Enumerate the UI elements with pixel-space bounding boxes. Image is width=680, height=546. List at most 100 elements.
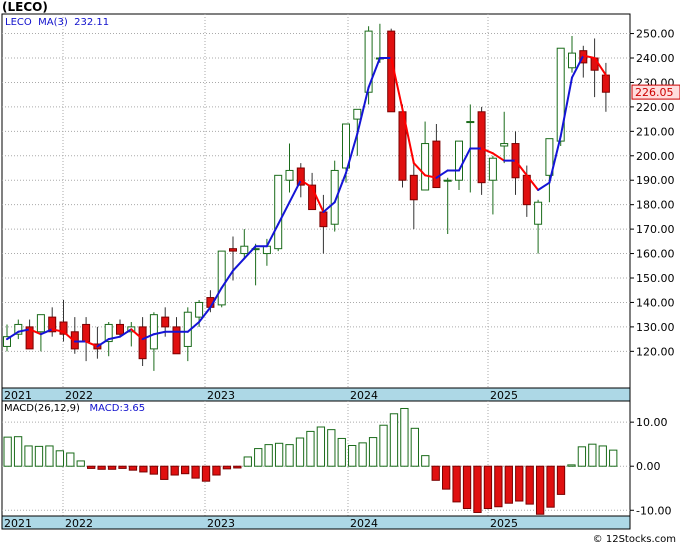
macd-bar xyxy=(421,455,430,467)
macd-bar xyxy=(233,465,242,469)
macd-bar xyxy=(379,424,388,467)
macd-bar xyxy=(535,465,545,515)
candle-body xyxy=(138,326,147,360)
macd-bar xyxy=(452,465,461,503)
macd-bar xyxy=(87,465,96,469)
macd-plot-frame xyxy=(1,400,631,517)
candle-body xyxy=(568,52,576,69)
macd-bar xyxy=(160,465,169,480)
macd-x-axis-band xyxy=(1,515,631,530)
price-x-label: 2022 xyxy=(65,389,93,402)
macd-bar xyxy=(473,465,482,513)
macd-bar xyxy=(128,465,138,471)
macd-bar xyxy=(358,442,367,467)
macd-bar xyxy=(264,444,273,467)
price-x-axis-band xyxy=(1,387,631,402)
candle-body xyxy=(161,316,170,328)
macd-bar xyxy=(149,465,158,475)
candle-body xyxy=(466,121,475,124)
macd-bar xyxy=(504,465,513,504)
macd-bar xyxy=(254,448,263,467)
macd-bar xyxy=(306,430,315,467)
macd-bar xyxy=(316,426,326,467)
macd-bar xyxy=(170,465,179,476)
macd-panel: 10.00 0.00 -10.00 2021 2022 2023 2024 2025 xyxy=(1,400,671,530)
legend-ticker: LECO xyxy=(5,17,32,28)
price-x-label: 2025 xyxy=(490,389,518,402)
macd-bar xyxy=(598,445,607,467)
stock-chart: 120.00 130.00 140.00 150.00 160.00 170.00 180.… xyxy=(1,13,680,530)
price-tick-label: 130.00 xyxy=(636,321,675,334)
legend-ma-label: MA(3) xyxy=(38,17,68,28)
macd-bar xyxy=(212,465,221,476)
macd-x-label: 2021 xyxy=(4,517,32,530)
macd-bar xyxy=(400,407,409,467)
candle-body xyxy=(500,143,509,147)
macd-bar xyxy=(285,444,294,467)
macd-bar xyxy=(24,445,33,467)
macd-x-label: 2022 xyxy=(65,517,93,530)
macd-x-label: 2024 xyxy=(350,517,378,530)
candle-body xyxy=(240,245,249,255)
candle-body xyxy=(82,323,91,343)
macd-bar xyxy=(494,465,503,508)
macd-bar xyxy=(368,437,378,467)
macd-bar xyxy=(139,465,148,473)
macd-bar xyxy=(431,465,440,481)
macd-bar xyxy=(389,413,399,467)
candle-body xyxy=(262,245,271,255)
macd-bar xyxy=(97,465,106,470)
macd-bar xyxy=(201,465,211,482)
macd-bar xyxy=(567,464,576,467)
macd-bar xyxy=(191,465,200,479)
candle-body xyxy=(432,140,441,189)
candle-body xyxy=(274,174,283,250)
candle-body xyxy=(116,323,124,335)
price-tick-label: 250.00 xyxy=(636,28,675,41)
macd-bar xyxy=(410,427,419,467)
candle-body xyxy=(195,301,204,318)
macd-x-label: 2023 xyxy=(207,517,235,530)
candle-body xyxy=(285,169,294,181)
macd-tick-label: 0.00 xyxy=(636,460,661,473)
price-tick-label: 140.00 xyxy=(636,296,675,309)
candle-body xyxy=(149,314,158,350)
candle-body xyxy=(443,179,452,182)
macd-tick-label: -10.00 xyxy=(636,504,671,517)
macd-legend-value: MACD:3.65 xyxy=(89,403,146,414)
candle-body xyxy=(601,74,610,93)
macd-bar xyxy=(55,450,65,467)
price-x-label: 2023 xyxy=(207,389,235,402)
candle-body xyxy=(488,157,497,181)
price-tick-label: 150.00 xyxy=(636,272,675,285)
macd-bar xyxy=(609,449,618,467)
candle-body xyxy=(590,57,599,71)
macd-bar xyxy=(546,465,555,508)
macd-legend: MACD(26,12,9) MACD:3.65 xyxy=(4,403,145,414)
price-x-label: 2024 xyxy=(350,389,378,402)
macd-bar xyxy=(556,465,566,495)
candle-body xyxy=(455,140,463,181)
macd-bar xyxy=(295,437,305,467)
macd-bar xyxy=(3,436,12,467)
price-tick-label: 120.00 xyxy=(636,345,675,358)
price-x-label: 2021 xyxy=(4,389,32,402)
last-price-label: 226.05 xyxy=(635,86,674,99)
macd-bar xyxy=(588,443,597,467)
macd-legend-label: MACD(26,12,9) xyxy=(4,403,80,414)
macd-x-label: 2025 xyxy=(490,517,518,530)
macd-tick-label: 10.00 xyxy=(636,416,668,429)
price-tick-label: 180.00 xyxy=(636,199,675,212)
macd-bar xyxy=(243,456,252,467)
macd-bar xyxy=(274,442,284,467)
macd-bar xyxy=(515,465,524,502)
price-tick-label: 190.00 xyxy=(636,174,675,187)
macd-bar xyxy=(118,465,127,469)
candle-body xyxy=(353,108,362,120)
candle-body xyxy=(36,314,45,333)
chart-title: (LECO) xyxy=(2,0,48,14)
macd-bar xyxy=(525,465,534,505)
macd-bar xyxy=(180,465,190,475)
candle-body xyxy=(229,248,237,252)
macd-bar xyxy=(45,445,54,467)
